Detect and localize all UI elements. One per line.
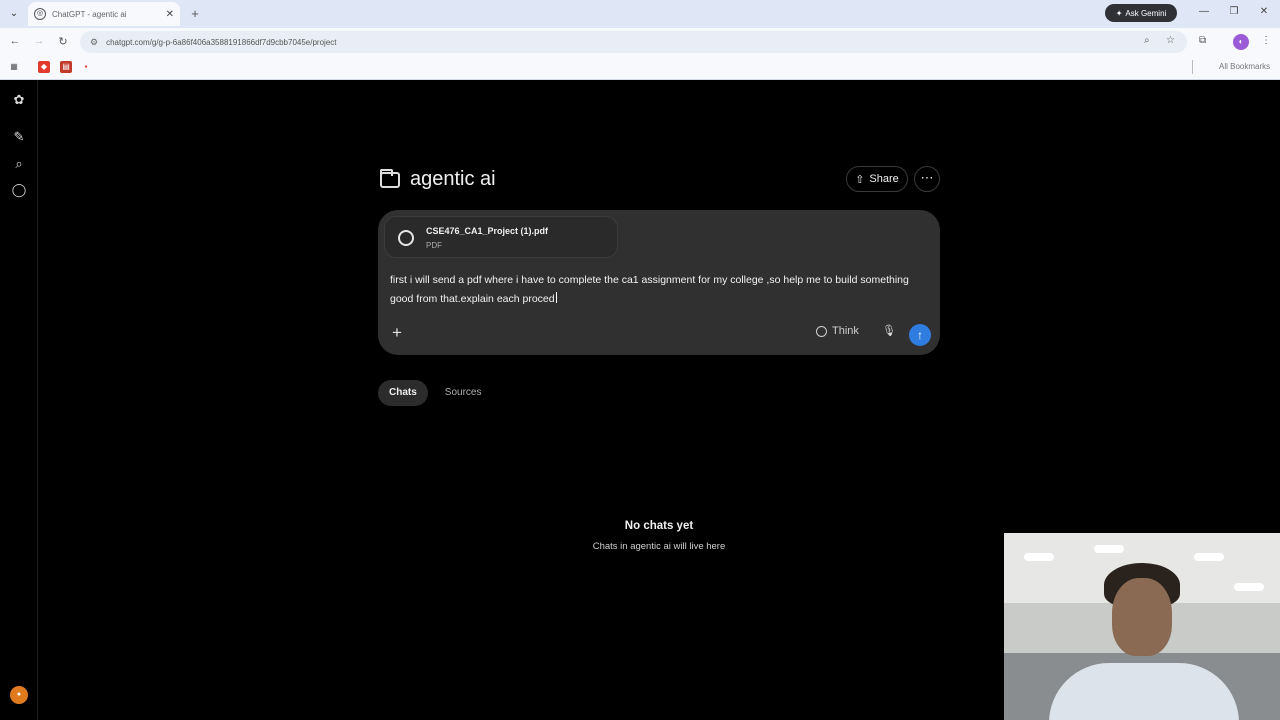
bookmarks-bar: ▦ ◆ ▤ ▪ All Bookmarks — [0, 56, 1280, 80]
tab-chats[interactable]: Chats — [378, 380, 428, 406]
chatgpt-favicon-icon: ◎ — [34, 8, 46, 20]
attachment-card[interactable]: CSE476_CA1_Project (1).pdf PDF — [384, 216, 618, 258]
webcam-light — [1094, 545, 1124, 553]
tab-title: ChatGPT - agentic ai — [52, 9, 127, 19]
webcam-light — [1194, 553, 1224, 561]
project-header: agentic ai — [380, 168, 496, 191]
search-icon[interactable]: ⌕ — [11, 156, 27, 172]
window-close-icon[interactable]: ✕ — [1257, 6, 1271, 17]
openai-logo-icon[interactable]: ✿ — [11, 92, 27, 108]
prompt-text: first i will send a pdf where i have to … — [390, 274, 909, 305]
webcam-overlay — [1004, 533, 1280, 720]
profile-avatar[interactable]: ◐ — [1233, 34, 1249, 50]
think-label: Think — [832, 325, 859, 337]
project-title: agentic ai — [410, 168, 496, 190]
send-button[interactable]: ↑ — [909, 324, 931, 346]
webcam-person-face — [1112, 578, 1172, 656]
text-caret — [555, 292, 557, 303]
zoom-icon[interactable]: ⌕ — [1144, 35, 1150, 46]
all-bookmarks-link[interactable]: All Bookmarks — [1219, 62, 1270, 71]
bookmark-star-icon[interactable]: ☆ — [1166, 35, 1175, 46]
forward-icon[interactable]: → — [32, 35, 46, 47]
browser-tab[interactable]: ◎ ChatGPT - agentic ai ✕ — [28, 2, 180, 26]
share-button[interactable]: ⇧ Share — [846, 166, 908, 192]
address-bar[interactable]: ⚙ chatgpt.com/g/g-p-6a86f406a3588191866d… — [80, 31, 1187, 53]
browser-menu-icon[interactable]: ⋮ — [1261, 35, 1271, 46]
reload-icon[interactable]: ↻ — [56, 35, 70, 48]
bookmark-2-icon[interactable]: ▤ — [60, 61, 72, 73]
apps-grid-icon[interactable]: ▦ — [8, 61, 20, 73]
upload-spinner-icon — [398, 230, 414, 246]
tab-sources[interactable]: Sources — [434, 380, 493, 406]
add-attachment-icon[interactable]: + — [388, 324, 406, 342]
ask-gemini-button[interactable]: ✦ Ask Gemini — [1105, 4, 1177, 22]
chat-bubble-icon[interactable]: ◯ — [11, 182, 27, 198]
webcam-person-body — [1049, 663, 1239, 720]
share-label: Share — [869, 173, 899, 185]
address-url: chatgpt.com/g/g-p-6a86f406a3588191866df7… — [106, 37, 337, 47]
empty-state-subtitle: Chats in agentic ai will live here — [592, 541, 726, 552]
attachment-name: CSE476_CA1_Project (1).pdf — [426, 226, 549, 236]
project-tabs: Chats Sources — [378, 380, 492, 406]
bookmark-3-icon[interactable]: ▪ — [80, 61, 92, 73]
browser-tabstrip: ⌄ ◎ ChatGPT - agentic ai ✕ + ✦ Ask Gemin… — [0, 0, 1280, 28]
composer: CSE476_CA1_Project (1).pdf PDF first i w… — [378, 210, 940, 355]
gemini-spark-icon: ✦ — [1115, 8, 1123, 18]
bookmarks-divider — [1192, 60, 1193, 74]
folder-icon — [380, 168, 400, 188]
tab-search-icon[interactable]: ⌄ — [6, 6, 22, 22]
webcam-light — [1234, 583, 1264, 591]
extensions-icon[interactable]: ⧉ — [1199, 35, 1206, 46]
user-avatar[interactable]: ● — [10, 686, 28, 704]
prompt-input[interactable]: first i will send a pdf where i have to … — [390, 271, 930, 309]
browser-toolbar: ← → ↻ ⚙ chatgpt.com/g/g-p-6a86f406a35881… — [0, 28, 1280, 56]
minimize-icon[interactable]: — — [1197, 6, 1211, 17]
tab-close-icon[interactable]: ✕ — [166, 9, 174, 20]
restore-icon[interactable]: ❐ — [1227, 6, 1241, 17]
think-button[interactable]: Think — [816, 325, 859, 337]
new-chat-icon[interactable]: ✎ — [11, 129, 27, 145]
share-icon: ⇧ — [855, 173, 865, 186]
back-icon[interactable]: ← — [8, 35, 22, 47]
more-options-button[interactable]: ⋯ — [914, 166, 940, 192]
microphone-icon[interactable]: 🎙 — [882, 324, 896, 340]
ask-gemini-label: Ask Gemini — [1125, 8, 1167, 18]
attachment-type: PDF — [426, 241, 442, 250]
webcam-light — [1024, 553, 1054, 561]
empty-state-title: No chats yet — [624, 520, 694, 532]
think-icon — [816, 325, 827, 337]
site-info-icon[interactable]: ⚙ — [90, 37, 98, 48]
new-tab-icon[interactable]: + — [187, 6, 203, 22]
sidebar: ✿ ✎ ⌕ ◯ ● — [0, 80, 38, 720]
bookmark-1-icon[interactable]: ◆ — [38, 61, 50, 73]
